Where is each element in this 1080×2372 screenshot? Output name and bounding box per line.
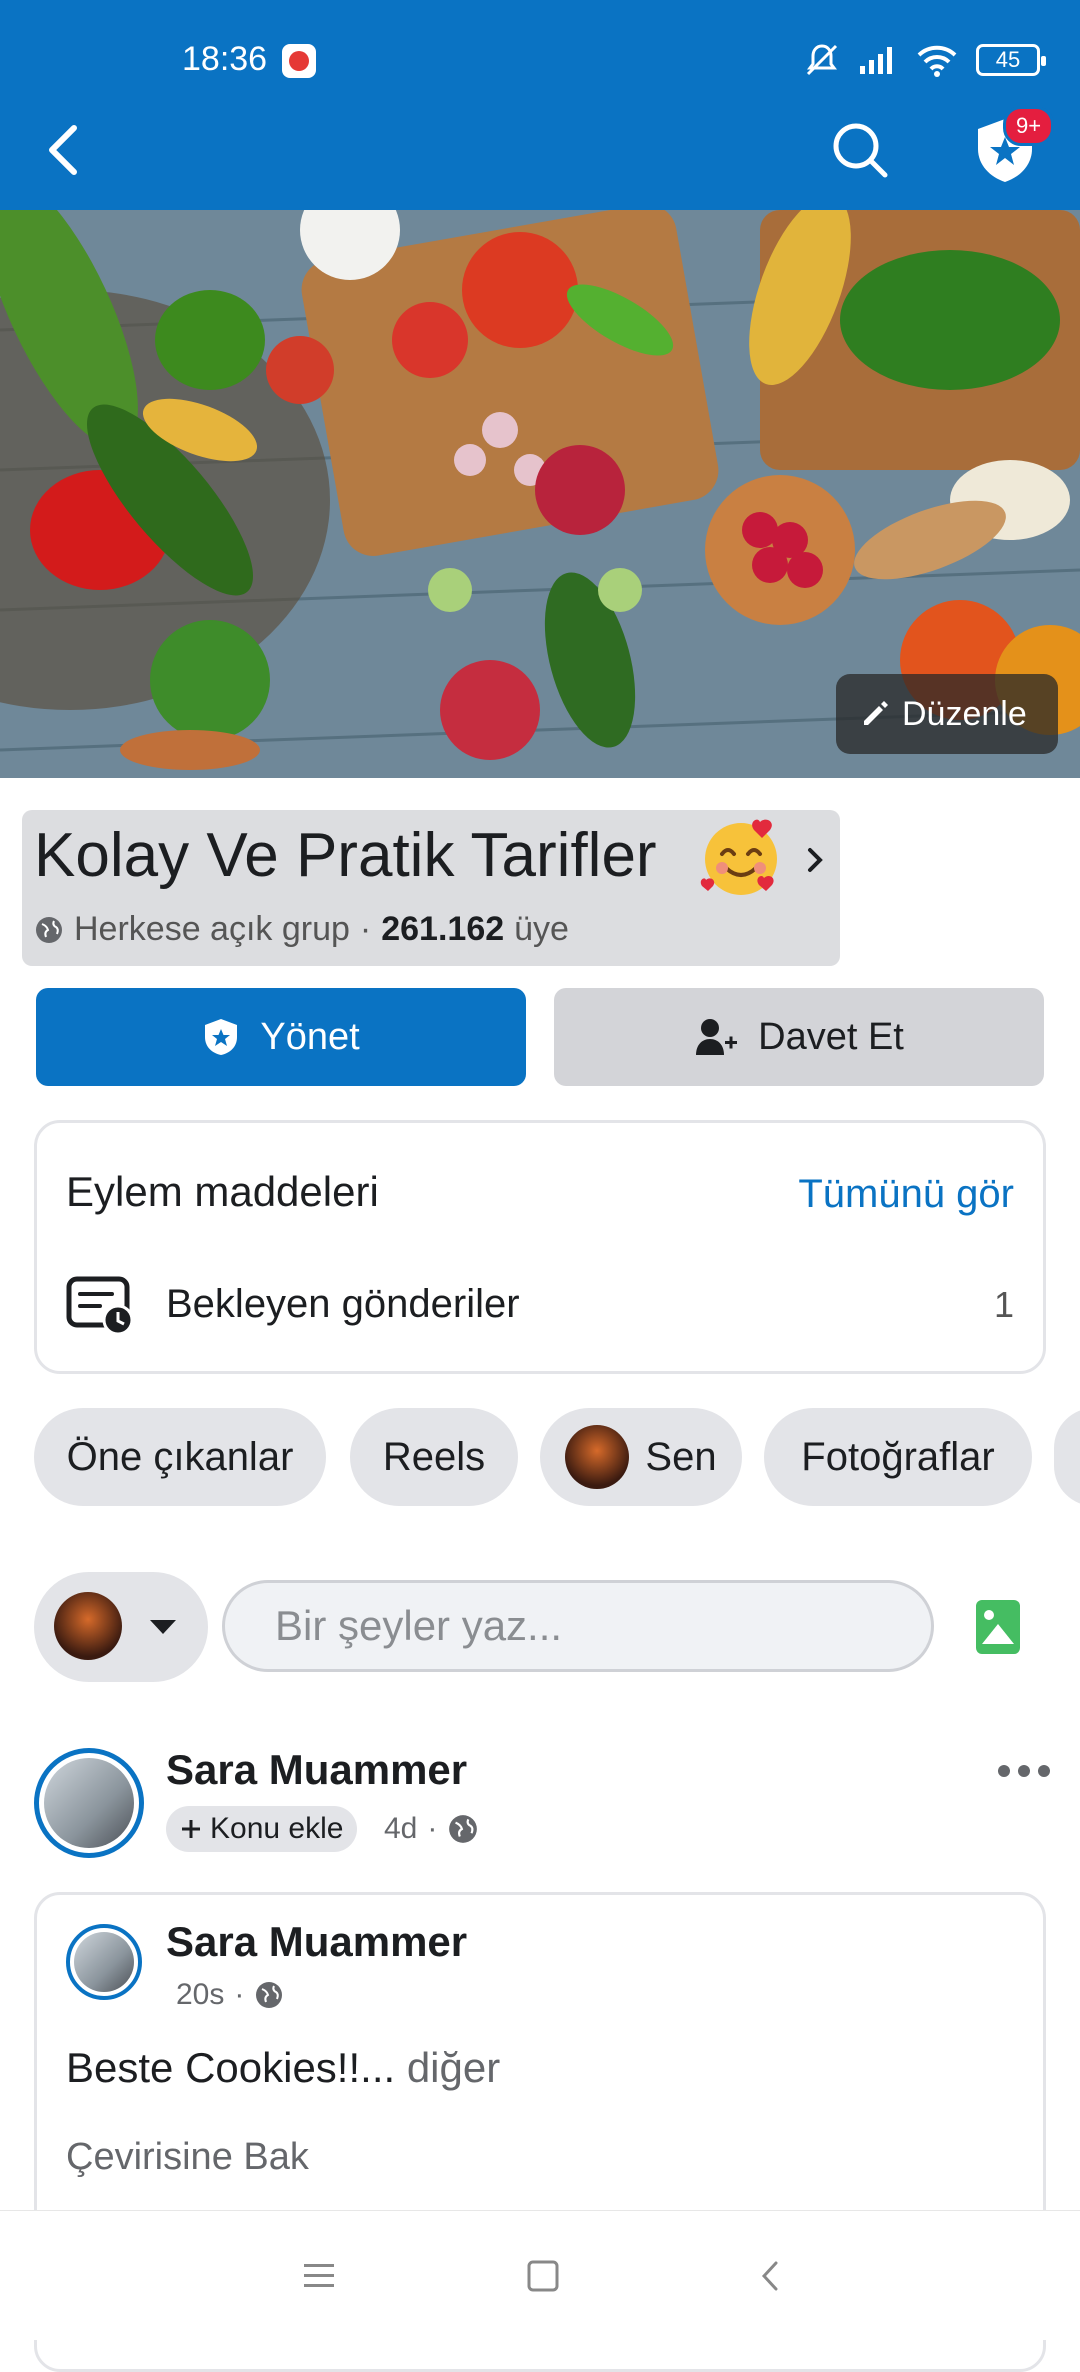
photo-icon[interactable] xyxy=(976,1600,1020,1654)
pending-posts-label[interactable]: Bekleyen gönderiler xyxy=(166,1282,520,1327)
globe-icon xyxy=(36,916,62,943)
post-meta: 4d · xyxy=(384,1812,479,1846)
app-notification-icon xyxy=(282,44,316,78)
manage-button[interactable]: Yönet xyxy=(36,988,526,1086)
globe-icon xyxy=(449,1815,478,1843)
group-meta: Herkese açık grup · 261.162 üye xyxy=(34,910,569,949)
wifi-icon xyxy=(917,45,957,77)
add-topic-button[interactable]: Konu ekle xyxy=(166,1806,358,1852)
menu-icon[interactable] xyxy=(302,2261,336,2291)
edit-cover-label: Düzenle xyxy=(902,694,1027,733)
notification-badge: 9+ xyxy=(1003,106,1055,146)
post-time: 4d xyxy=(384,1812,418,1845)
meta-separator: · xyxy=(234,1978,245,2011)
bell-off-icon xyxy=(806,44,838,76)
avatar xyxy=(54,1592,122,1660)
meta-separator: · xyxy=(427,1812,438,1845)
see-translation-link[interactable]: Çevirisine Bak xyxy=(66,2136,309,2179)
pencil-icon xyxy=(864,701,888,725)
invite-button[interactable]: Davet Et xyxy=(554,988,1044,1086)
pending-posts-count: 1 xyxy=(993,1284,1014,1325)
pending-posts-icon xyxy=(66,1276,134,1336)
avatar[interactable] xyxy=(34,1748,144,1858)
signal-icon xyxy=(860,47,892,74)
avatar xyxy=(565,1425,630,1489)
member-unit: üye xyxy=(514,910,569,948)
plus-icon xyxy=(182,1820,200,1838)
action-items-title: Eylem maddeleri xyxy=(66,1168,379,1215)
chip-reels[interactable]: Reels xyxy=(350,1408,518,1506)
avatar[interactable] xyxy=(66,1924,142,2000)
more-options-icon[interactable] xyxy=(998,1756,1054,1786)
back-arrow-icon[interactable] xyxy=(40,120,90,180)
status-icons: 45 xyxy=(804,42,1046,78)
chip-more[interactable] xyxy=(1054,1408,1080,1506)
battery-icon: 45 xyxy=(976,44,1046,76)
meta-separator: · xyxy=(359,910,372,948)
group-privacy: Herkese açık grup xyxy=(74,910,350,948)
chip-photos[interactable]: Fotoğraflar xyxy=(764,1408,1032,1506)
caret-down-icon xyxy=(150,1620,176,1634)
chip-you-label: Sen xyxy=(645,1434,717,1479)
see-more-link[interactable]: diğer xyxy=(407,2044,500,2091)
smiling-face-with-hearts-icon xyxy=(700,819,777,895)
shared-post-meta: 20s · xyxy=(176,1978,284,2012)
system-nav-bar xyxy=(0,2210,1080,2340)
shared-post-author[interactable]: Sara Muammer xyxy=(166,1918,467,1966)
edit-cover-button[interactable]: Düzenle xyxy=(836,674,1058,754)
shield-star-icon xyxy=(205,1019,238,1055)
back-icon[interactable] xyxy=(756,2259,786,2293)
chip-highlights[interactable]: Öne çıkanlar xyxy=(34,1408,326,1506)
post-text: Beste Cookies!!... diğer xyxy=(66,2044,500,2092)
search-icon[interactable] xyxy=(830,120,890,180)
home-icon[interactable] xyxy=(526,2259,560,2293)
post-author[interactable]: Sara Muammer xyxy=(166,1746,467,1794)
composer-input[interactable]: Bir şeyler yaz... xyxy=(222,1580,934,1672)
post-text-body: Beste Cookies!!... xyxy=(66,2044,396,2091)
add-person-icon xyxy=(696,1019,738,1055)
see-all-link[interactable]: Tümünü gör xyxy=(798,1172,1014,1217)
action-items-card xyxy=(34,1120,1046,1374)
shared-post-time: 20s xyxy=(176,1978,225,2011)
status-time: 18:36 xyxy=(182,40,268,78)
group-title[interactable]: Kolay Ve Pratik Tarifler xyxy=(34,820,657,891)
invite-label: Davet Et xyxy=(758,1015,904,1058)
manage-label: Yönet xyxy=(260,1015,360,1058)
member-count: 261.162 xyxy=(381,910,505,948)
top-bar xyxy=(0,0,1080,210)
add-topic-label: Konu ekle xyxy=(210,1812,344,1845)
chip-you[interactable]: Sen xyxy=(540,1408,742,1506)
globe-icon xyxy=(256,1982,283,2008)
chevron-right-icon[interactable] xyxy=(800,840,830,880)
